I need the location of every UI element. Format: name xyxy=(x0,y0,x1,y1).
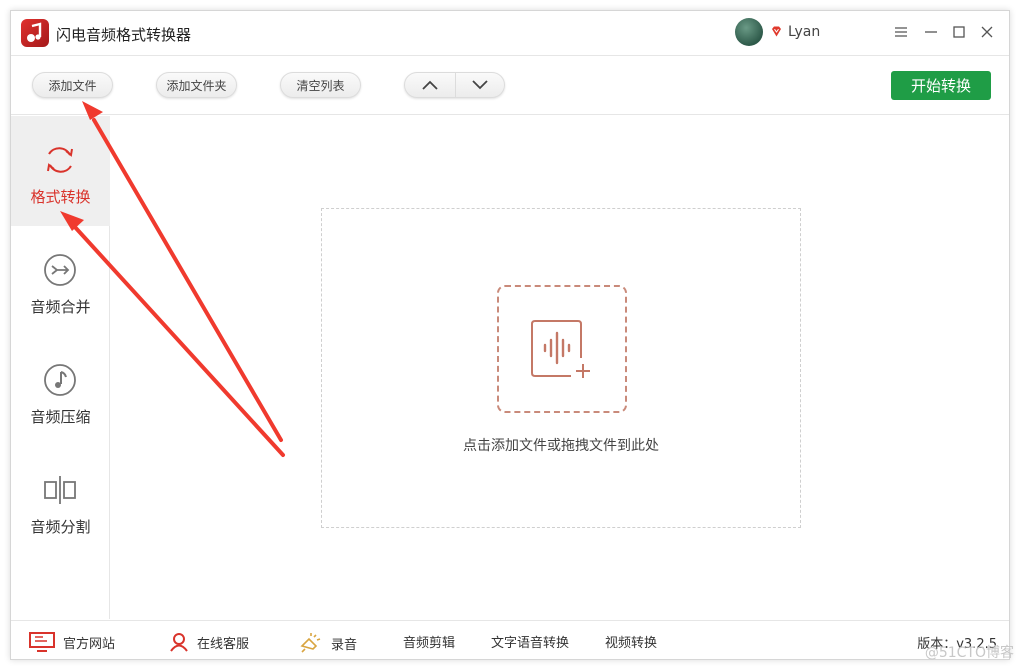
chevron-up-icon xyxy=(422,80,438,90)
sidebar-item-label: 格式转换 xyxy=(30,188,91,206)
merge-icon xyxy=(44,254,76,286)
toolbar: 添加文件 添加文件夹 清空列表 开始转换 xyxy=(11,57,1009,115)
app-logo-icon xyxy=(21,19,49,47)
record-horn-icon xyxy=(300,633,321,653)
maximize-icon[interactable] xyxy=(949,22,969,42)
add-audio-icon xyxy=(531,320,590,378)
sidebar-item-label: 音频合并 xyxy=(30,298,91,316)
chevron-down-icon xyxy=(472,80,488,90)
audio-cut-link[interactable]: 音频剪辑 xyxy=(403,632,455,651)
online-service-link[interactable]: 在线客服 xyxy=(169,632,249,652)
refresh-icon xyxy=(47,147,73,173)
drop-hint-text: 点击添加文件或拖拽文件到此处 xyxy=(463,438,659,454)
watermark-text: @51CTO博客 xyxy=(924,645,1014,661)
official-site-link[interactable]: 官方网站 xyxy=(29,632,115,652)
online-service-label: 在线客服 xyxy=(197,636,250,652)
close-icon[interactable] xyxy=(977,22,997,42)
move-up-button[interactable] xyxy=(405,73,455,97)
sidebar-item-label: 音频压缩 xyxy=(30,408,91,426)
monitor-icon xyxy=(29,632,55,652)
user-service-icon xyxy=(170,633,188,652)
video-convert-link[interactable]: 视频转换 xyxy=(605,632,657,651)
clear-list-button[interactable]: 清空列表 xyxy=(280,72,361,98)
official-site-label: 官方网站 xyxy=(63,636,116,652)
record-label: 录音 xyxy=(331,637,358,653)
sidebar-item-audio-split[interactable]: 音频分割 xyxy=(11,446,110,556)
add-file-button[interactable]: 添加文件 xyxy=(32,72,113,98)
app-window: 闪电音频格式转换器 Lyan 添加文件 添加文件夹 清空列表 开始转换 格式转换… xyxy=(10,10,1010,660)
sidebar-item-format-convert[interactable]: 格式转换 xyxy=(11,116,110,226)
add-audio-box[interactable] xyxy=(497,285,627,413)
user-avatar[interactable] xyxy=(735,18,763,46)
sidebar: 格式转换 音频合并 音频压缩 音频分割 xyxy=(11,116,110,619)
split-icon xyxy=(44,476,76,504)
file-drop-zone[interactable]: 点击添加文件或拖拽文件到此处 xyxy=(321,208,801,528)
add-folder-button[interactable]: 添加文件夹 xyxy=(156,72,237,98)
menu-icon[interactable] xyxy=(891,22,911,42)
sidebar-item-audio-compress[interactable]: 音频压缩 xyxy=(11,336,110,446)
record-link[interactable]: 录音 xyxy=(299,632,357,654)
music-note-icon xyxy=(44,364,76,396)
start-convert-button[interactable]: 开始转换 xyxy=(891,71,991,100)
sidebar-item-label: 音频分割 xyxy=(30,518,91,536)
title-bar: 闪电音频格式转换器 Lyan xyxy=(11,11,1009,56)
reorder-buttons xyxy=(404,72,505,98)
move-down-button[interactable] xyxy=(454,73,505,97)
status-bar: 官方网站 在线客服 录音 音频剪辑 文字语音转换 视频转换 版本：v3.2.5 xyxy=(11,620,1009,660)
minimize-icon[interactable] xyxy=(921,22,941,42)
tts-link[interactable]: 文字语音转换 xyxy=(491,632,569,651)
user-name[interactable]: Lyan xyxy=(788,24,820,40)
app-title: 闪电音频格式转换器 xyxy=(56,26,192,44)
sidebar-item-audio-merge[interactable]: 音频合并 xyxy=(11,226,110,336)
vip-diamond-icon xyxy=(772,26,781,37)
